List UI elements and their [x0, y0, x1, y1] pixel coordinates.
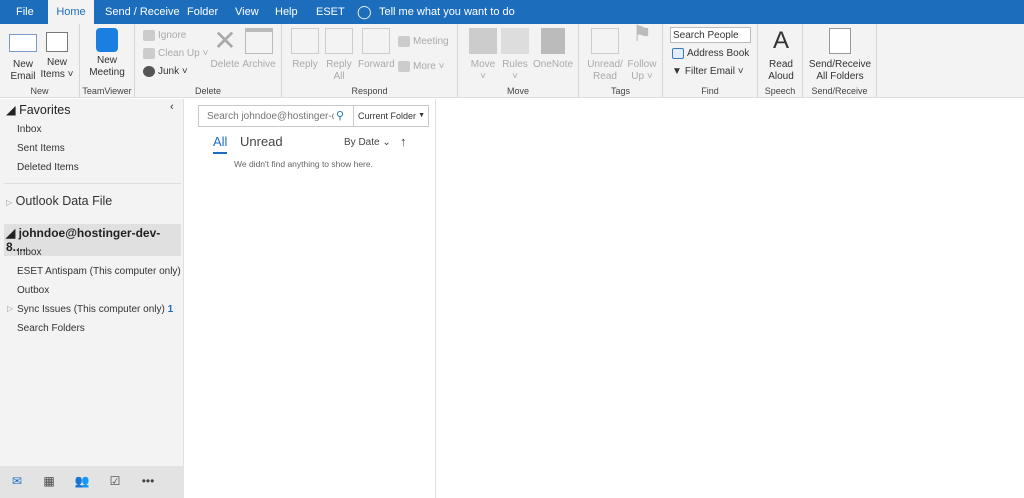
search-scope-dropdown[interactable]: Current Folder ▼ — [353, 106, 429, 126]
reading-pane — [437, 99, 1024, 498]
reply-button[interactable]: Reply — [288, 28, 322, 71]
send-receive-icon — [829, 28, 851, 54]
folder-inbox[interactable]: Inbox — [17, 247, 41, 258]
junk-icon — [143, 65, 155, 77]
tab-home[interactable]: Home — [48, 0, 94, 24]
more-respond-button[interactable]: More ˅ — [398, 59, 444, 75]
people-icon[interactable]: 👥 — [73, 474, 91, 490]
send-receive-all-button[interactable]: Send/Receive All Folders — [807, 28, 873, 83]
more-icon — [398, 60, 410, 72]
ribbon-tabs: File Home Send / Receive Folder View Hel… — [0, 0, 1024, 24]
mail-icon[interactable]: ✉ — [8, 474, 26, 490]
move-button[interactable]: Move ˅ — [466, 28, 500, 83]
reply-all-icon — [325, 28, 353, 54]
forward-button[interactable]: Forward — [358, 28, 395, 71]
folder-search-folders[interactable]: Search Folders — [17, 323, 85, 334]
new-items-icon — [46, 32, 68, 52]
divider — [4, 183, 181, 184]
tab-help[interactable]: Help — [275, 0, 298, 24]
folder-eset-antispam[interactable]: ESET Antispam (This computer only) — [17, 266, 181, 277]
meeting-button[interactable]: Meeting — [398, 34, 449, 50]
move-folder-icon — [469, 28, 497, 54]
reply-all-button[interactable]: Reply All — [322, 28, 356, 83]
filter-icon: ▼ — [672, 66, 682, 77]
group-new: New Email New Items ˅ New — [0, 24, 80, 98]
envelope-icon — [9, 34, 37, 52]
junk-button[interactable]: Junk ˅ — [143, 64, 188, 80]
more-apps-icon[interactable]: ••• — [139, 474, 157, 490]
group-speech: A Read Aloud Speech — [758, 24, 803, 98]
filter-all-tab[interactable]: All — [213, 134, 228, 154]
group-tags: Unread/ Read ⚑ Follow Up ˅ Tags — [579, 21, 663, 98]
open-envelope-icon — [591, 28, 619, 54]
flag-icon: ⚑ — [632, 21, 652, 46]
delete-x-icon: ✕ — [213, 25, 237, 56]
lightbulb-icon: ◯ — [357, 4, 372, 19]
clean-up-icon — [143, 47, 155, 59]
unread-count-badge: 1 — [167, 304, 174, 315]
tab-eset[interactable]: ESET — [316, 0, 345, 24]
search-input[interactable] — [199, 106, 334, 126]
forward-icon — [362, 28, 390, 54]
ribbon: New Email New Items ˅ New New Meeting Te… — [0, 21, 1024, 98]
search-icon[interactable]: ⚲ — [336, 109, 344, 122]
unread-read-button[interactable]: Unread/ Read — [585, 28, 625, 83]
folder-sent-items[interactable]: Sent Items — [17, 143, 65, 154]
read-aloud-icon: A — [772, 27, 789, 54]
tab-send-receive[interactable]: Send / Receive — [105, 0, 180, 24]
search-box: ⚲ Current Folder▼ — [198, 105, 429, 127]
group-move: Move ˅ Rules ˅ OneNote Move — [458, 24, 579, 98]
filter-email-button[interactable]: ▼ Filter Email ˅ — [672, 64, 744, 80]
outlook-data-file[interactable]: ▷ Outlook Data File — [6, 194, 112, 208]
address-book-icon — [672, 47, 684, 59]
read-aloud-button[interactable]: A Read Aloud — [762, 28, 800, 83]
collapse-pane-icon[interactable]: ‹ — [170, 101, 174, 113]
onenote-button[interactable]: OneNote — [532, 28, 574, 71]
archive-button[interactable]: Archive — [241, 28, 277, 71]
tab-file[interactable]: File — [16, 0, 34, 24]
folder-pane: ◢ Favorites ‹ Inbox Sent Items Deleted I… — [0, 99, 184, 466]
tab-folder[interactable]: Folder — [187, 0, 218, 24]
search-people-input[interactable]: Search People — [670, 27, 751, 43]
group-teamviewer: New Meeting TeamViewer — [80, 24, 135, 98]
calendar-icon[interactable]: ▦ — [40, 474, 58, 490]
reply-icon — [291, 28, 319, 54]
folder-sync-issues[interactable]: ▷ Sync Issues (This computer only) 1 — [7, 304, 174, 315]
sort-direction-icon[interactable]: ↑ — [400, 134, 407, 149]
tell-me-input[interactable]: Tell me what you want to do — [379, 0, 515, 24]
meeting-icon — [398, 35, 410, 47]
teamviewer-icon — [96, 28, 118, 52]
folder-deleted-items[interactable]: Deleted Items — [17, 162, 79, 173]
message-list: ⚲ Current Folder▼ All Unread By Date ⌄ ↑… — [185, 99, 436, 498]
rules-button[interactable]: Rules ˅ — [500, 28, 530, 83]
sort-by-dropdown[interactable]: By Date ⌄ — [344, 137, 391, 148]
onenote-icon — [541, 28, 565, 54]
folder-outbox[interactable]: Outbox — [17, 285, 49, 296]
filter-unread-tab[interactable]: Unread — [240, 134, 283, 149]
new-items-button[interactable]: New Items ˅ — [40, 28, 74, 81]
follow-up-button[interactable]: ⚑ Follow Up ˅ — [625, 21, 659, 83]
new-email-button[interactable]: New Email — [6, 28, 40, 83]
tasks-icon[interactable]: ☑ — [106, 474, 124, 490]
archive-icon — [245, 28, 273, 54]
favorites-header[interactable]: ◢ Favorites — [6, 102, 71, 117]
address-book-button[interactable]: Address Book — [672, 46, 749, 62]
group-delete: Ignore Clean Up ˅ Junk ˅ ✕ Delete Archive… — [135, 24, 282, 98]
clean-up-button[interactable]: Clean Up ˅ — [143, 46, 208, 62]
new-meeting-button[interactable]: New Meeting — [84, 28, 130, 79]
tab-view[interactable]: View — [235, 0, 259, 24]
navigation-bar: ✉ ▦ 👥 ☑ ••• — [0, 466, 184, 498]
group-find: Search People Address Book ▼ Filter Email… — [663, 24, 758, 98]
ignore-icon — [143, 29, 155, 41]
ignore-button[interactable]: Ignore — [143, 28, 186, 44]
group-send-receive: Send/Receive All Folders Send/Receive — [803, 24, 877, 98]
rules-icon — [501, 28, 529, 54]
group-respond: Reply Reply All Forward Meeting More ˅ R… — [282, 24, 458, 98]
folder-inbox-fav[interactable]: Inbox — [17, 124, 41, 135]
delete-button[interactable]: ✕ Delete — [209, 25, 241, 71]
dropdown-arrow-icon: ▼ — [418, 112, 425, 119]
empty-message: We didn't find anything to show here. — [234, 159, 373, 169]
